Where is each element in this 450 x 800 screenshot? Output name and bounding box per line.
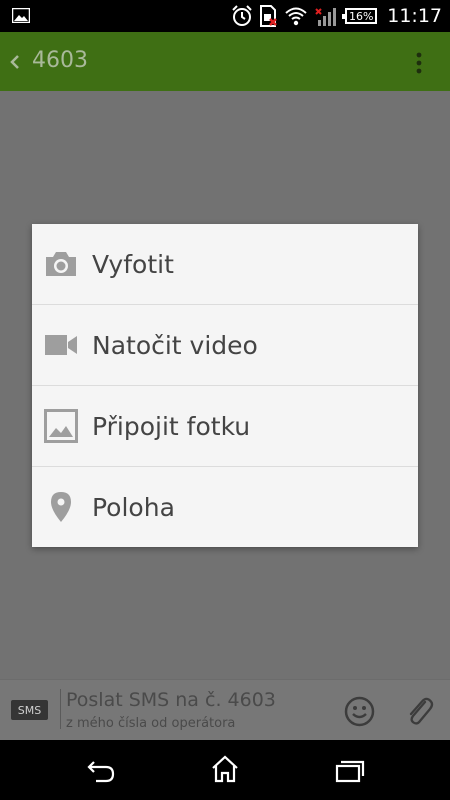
attach-menu-dialog: Vyfotit Natočit video Připojit fotku Pol… [32, 224, 418, 547]
camera-icon [44, 247, 78, 281]
conversation-title[interactable]: 4603 [32, 48, 88, 73]
alarm-icon [232, 5, 252, 26]
paperclip-icon[interactable] [404, 694, 434, 728]
menu-item-record-video[interactable]: Natočit video [32, 305, 418, 386]
image-icon [44, 409, 78, 443]
battery-indicator: 16% [342, 8, 378, 24]
compose-divider [60, 689, 61, 729]
compose-bar: SMS Poslat SMS na č. 4603 z mého čísla o… [0, 679, 450, 741]
app-bar: 4603 [0, 32, 450, 91]
wifi-icon [285, 7, 307, 26]
menu-item-label: Natočit video [92, 330, 258, 360]
menu-item-label: Vyfotit [92, 249, 174, 279]
menu-item-take-photo[interactable]: Vyfotit [32, 224, 418, 305]
status-icons: 16% 11:17 [231, 0, 442, 32]
overflow-menu-icon[interactable] [416, 52, 422, 74]
nav-back-icon[interactable] [86, 758, 116, 784]
menu-item-label: Připojit fotku [92, 411, 251, 441]
gallery-notification-icon [12, 8, 30, 23]
video-camera-icon [44, 328, 78, 362]
sms-badge: SMS [11, 700, 48, 720]
navigation-bar [0, 740, 450, 800]
menu-item-label: Poloha [92, 492, 175, 522]
clock: 11:17 [387, 5, 442, 27]
status-bar: 16% 11:17 [0, 0, 450, 32]
message-input-hint: z mého čísla od operátora [66, 716, 236, 731]
menu-item-attach-photo[interactable]: Připojit fotku [32, 386, 418, 467]
location-pin-icon [44, 490, 78, 524]
nav-recent-apps-icon[interactable] [335, 759, 365, 783]
sim-no-signal-icon [260, 5, 278, 27]
nav-home-icon[interactable] [210, 754, 240, 784]
menu-item-location[interactable]: Poloha [32, 467, 418, 547]
cell-signal-icon [315, 8, 337, 26]
message-input[interactable]: Poslat SMS na č. 4603 [66, 689, 276, 711]
emoji-icon[interactable] [344, 696, 375, 727]
back-arrow-icon[interactable] [8, 52, 22, 72]
